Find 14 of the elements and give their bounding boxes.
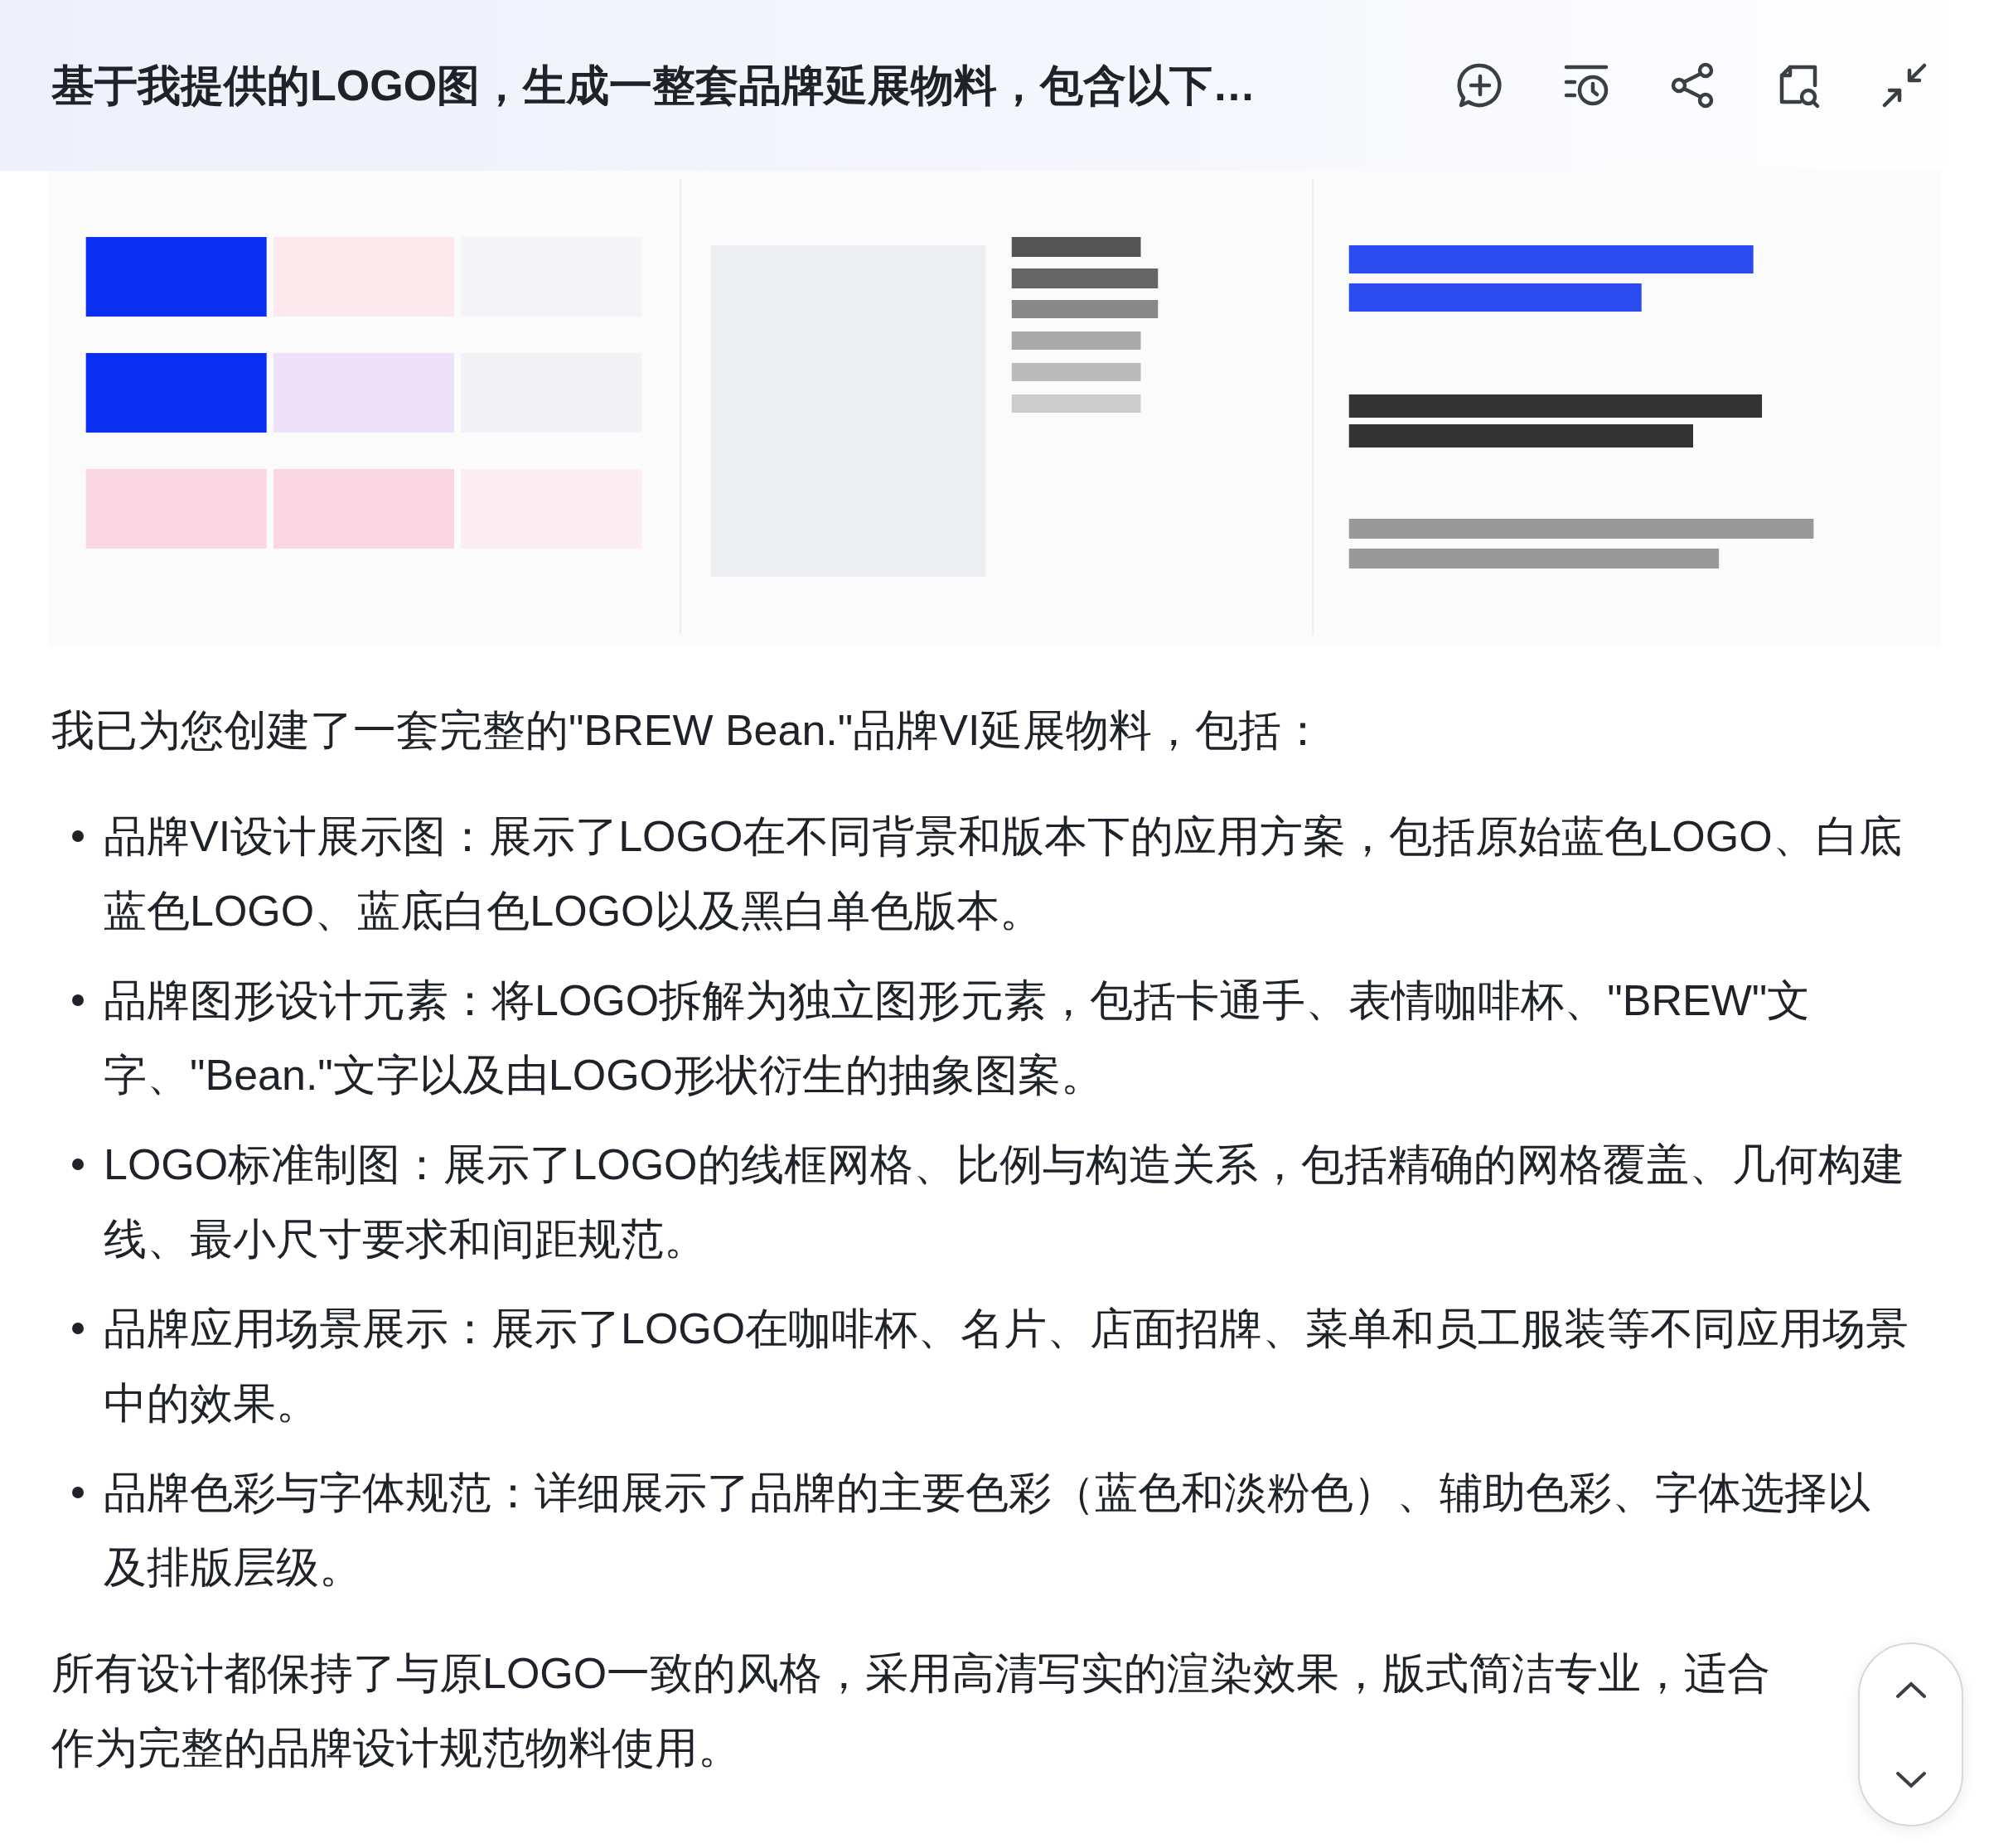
bullet-item: LOGO标准制图：展示了LOGO的线框网格、比例与构造关系，包括精确的网格覆盖、几何构建线、最小尺寸要求和间距规范。 — [104, 1139, 1905, 1265]
bullet-item: 品牌应用场景展示：展示了LOGO在咖啡杯、名片、店面招牌、菜单和员工服装等不同应用场景中的效果。 — [104, 1304, 1910, 1429]
bullet-icon — [71, 994, 84, 1006]
bullet-item: 品牌VI设计展示图：展示了LOGO在不同背景和版本下的应用方案，包括原始蓝色LOGO、白底蓝色LOGO、蓝底白色LOGO以及黑白单色版本。 — [104, 811, 1903, 936]
bullet-icon — [71, 830, 84, 842]
bullet-icon — [71, 1487, 84, 1498]
chevron-down-icon — [1894, 1769, 1928, 1790]
intro-paragraph: 我已为您创建了一套完整的"BREW Bean."品牌VI延展物料，包括： — [51, 705, 1326, 756]
bullet-item: 品牌图形设计元素：将LOGO拆解为独立图形元素，包括卡通手、表情咖啡杯、"BREW"文字、"Bean."文字以及由LOGO形状衍生的抽象图案。 — [104, 975, 1812, 1101]
bullet-icon — [71, 1159, 84, 1170]
bullet-item: 品牌色彩与字体规范：详细展示了品牌的主要色彩（蓝色和淡粉色）、辅助色彩、字体选择以及排版层级。 — [104, 1468, 1871, 1593]
chat-title: 基于我提供的LOGO图，生成一整套品牌延展物料，包含以下… — [51, 60, 1256, 111]
closing-paragraph: 所有设计都保持了与原LOGO一致的风格，采用高清写实的渲染效果，版式简洁专业，适合作为完整的品牌设计规范物料使用。 — [51, 1648, 1772, 1773]
bullet-icon — [71, 1323, 84, 1334]
